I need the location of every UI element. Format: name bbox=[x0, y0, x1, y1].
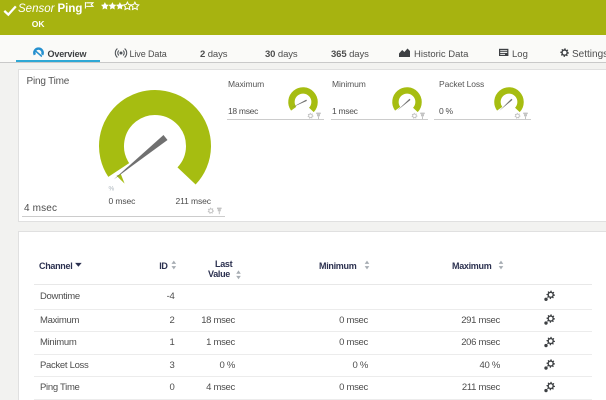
svg-text:%: % bbox=[109, 186, 115, 193]
